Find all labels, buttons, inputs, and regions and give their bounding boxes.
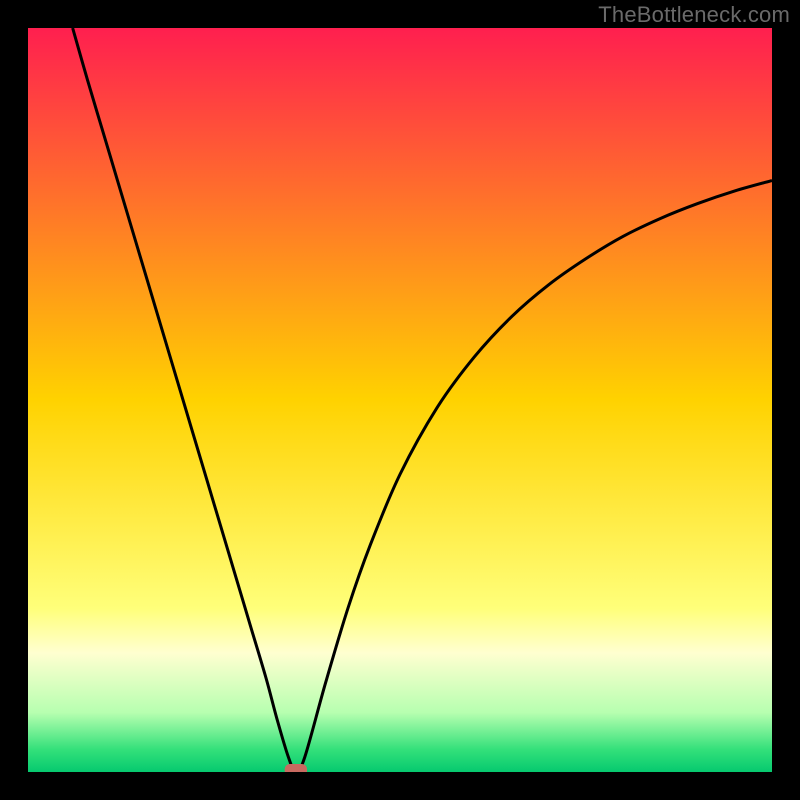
chart-svg [28,28,772,772]
bottleneck-marker [285,764,307,772]
plot-area [28,28,772,772]
watermark-text: TheBottleneck.com [598,2,790,28]
chart-background [28,28,772,772]
chart-frame: TheBottleneck.com [0,0,800,800]
